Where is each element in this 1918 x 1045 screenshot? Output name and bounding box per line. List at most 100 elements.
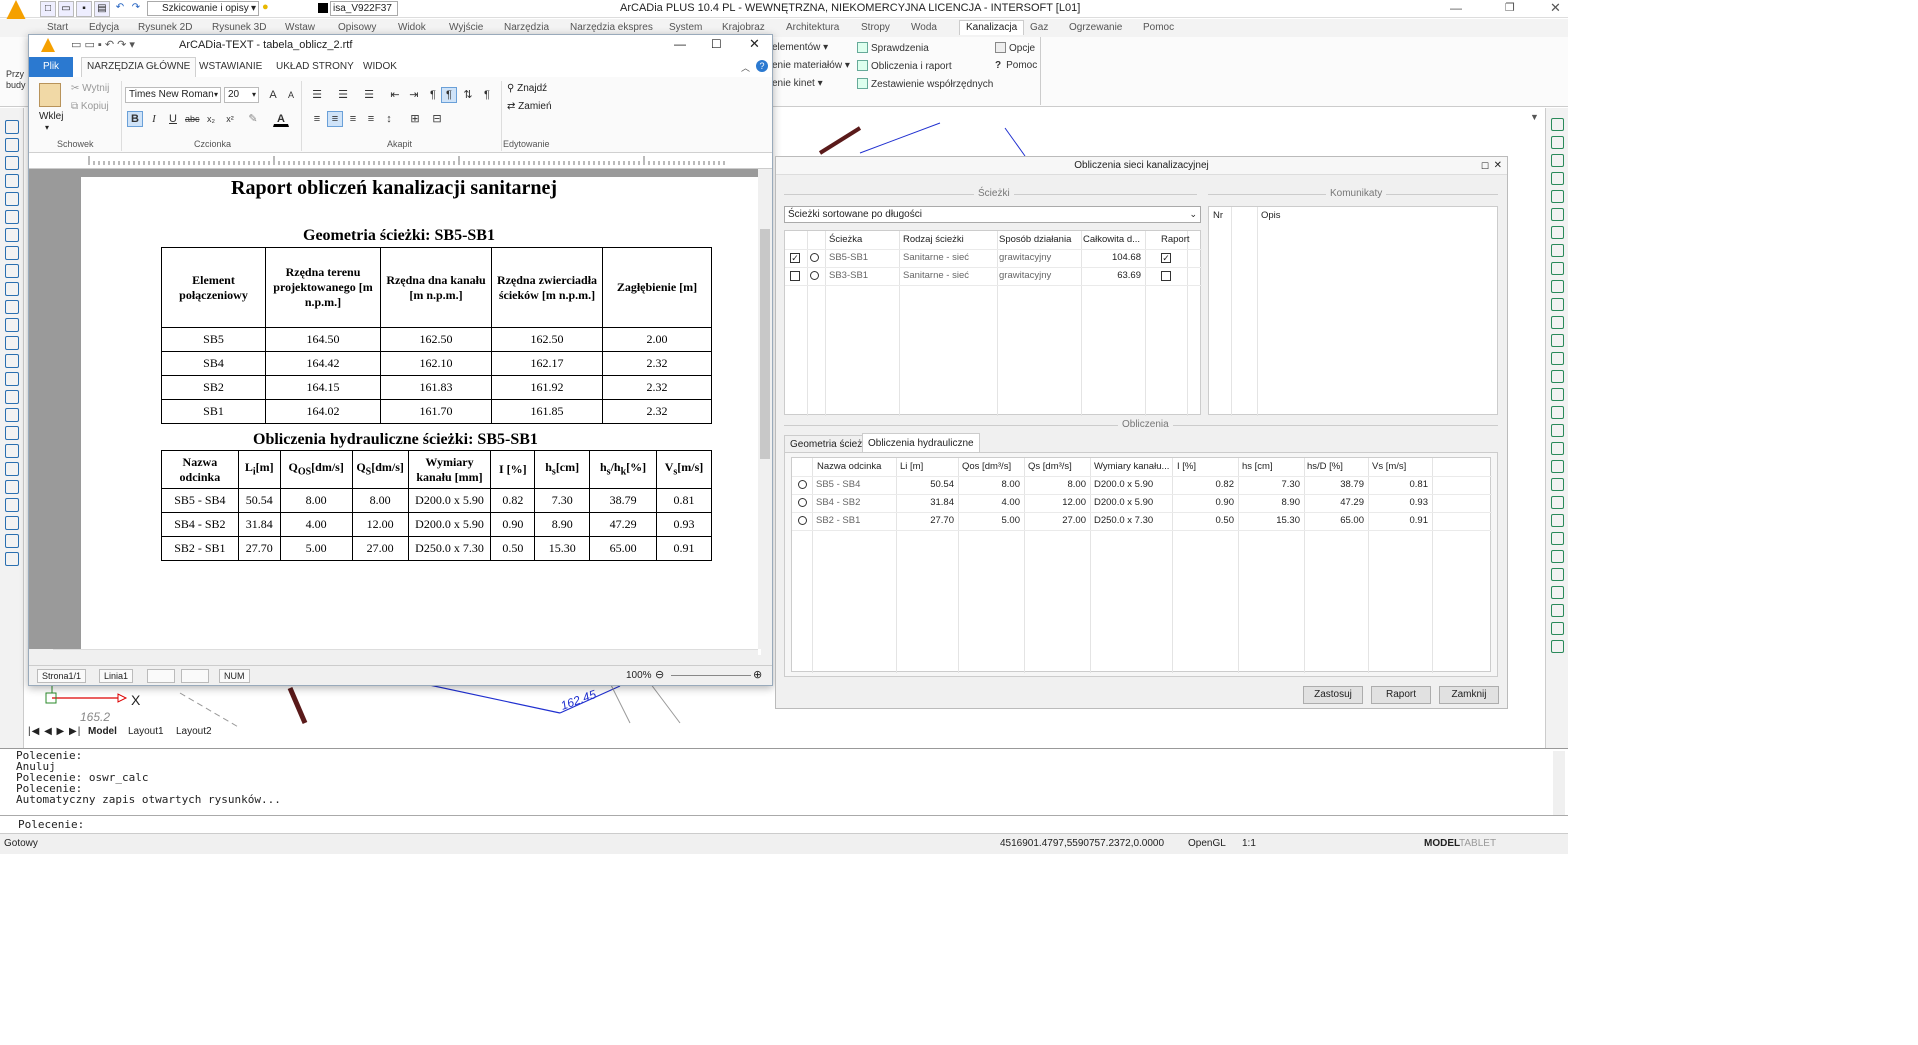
replace-button[interactable]: ⇄ Zamień — [507, 101, 552, 112]
tool-icon[interactable] — [1551, 226, 1564, 239]
report-button[interactable]: Raport — [1371, 686, 1431, 704]
document-page[interactable]: Raport obliczeń kanalizacji sanitarnej G… — [81, 177, 761, 655]
find-button[interactable]: ⚲ Znajdź — [507, 83, 547, 94]
layer-select[interactable]: isa_V922F37 — [330, 1, 398, 16]
region-icon[interactable] — [5, 318, 19, 332]
pen-icon[interactable] — [5, 192, 19, 206]
spline-icon[interactable] — [5, 174, 19, 188]
ribbon-tab[interactable]: Rysunek 3D — [212, 22, 266, 33]
mtext-icon[interactable] — [5, 426, 19, 440]
font-size-select[interactable]: 20 ▾ — [224, 87, 259, 103]
path-checkbox[interactable]: ✓ — [790, 253, 800, 263]
calc-grid[interactable]: Nazwa odcinka Li [m] Qos [dm³/s] Qs [dm³/s]… — [791, 457, 1492, 673]
ribbon-tab[interactable]: Woda — [911, 22, 937, 33]
tool-icon[interactable] — [1551, 334, 1564, 347]
grid-header[interactable]: Nr — [1213, 207, 1223, 225]
apply-button[interactable]: Zastosuj — [1303, 686, 1363, 704]
ribbon-tab[interactable]: Kanalizacja — [959, 20, 1025, 35]
path-checkbox[interactable] — [790, 271, 800, 281]
layout-nav-icon[interactable]: |◀ ◀ ▶ ▶| — [28, 726, 81, 737]
tab-layout1[interactable]: Layout1 — [128, 726, 164, 737]
tab-hydraulic[interactable]: Obliczenia hydrauliczne — [862, 433, 980, 453]
tool-icon[interactable] — [1551, 604, 1564, 617]
subscript-button[interactable]: x₂ — [203, 111, 219, 127]
align-right-icon[interactable]: ≡ — [345, 111, 361, 127]
grid-header[interactable]: I [%] — [1177, 458, 1196, 476]
sort-select[interactable]: Ścieżki sortowane po długości ⌄ — [784, 206, 1201, 223]
ribbon-tab[interactable]: Wstaw — [285, 22, 315, 33]
strikethrough-button[interactable]: abc — [184, 111, 200, 127]
scroll-thumb[interactable] — [760, 229, 770, 459]
zoom-to-path-icon[interactable] — [810, 253, 819, 262]
editor-vertical-scrollbar[interactable] — [758, 169, 772, 649]
ribbon-item-kinet[interactable]: enie kinet ▾ — [772, 78, 823, 89]
ribbon-checks-button[interactable]: Sprawdzenia — [857, 42, 929, 54]
messages-grid[interactable]: Nr Opis — [1208, 206, 1498, 416]
status-mode[interactable]: MODEL — [1424, 838, 1460, 849]
zoom-out-icon[interactable] — [5, 552, 19, 566]
tool-icon[interactable] — [1551, 370, 1564, 383]
grid-header[interactable]: Raport — [1161, 231, 1190, 249]
zoom-to-path-icon[interactable] — [810, 271, 819, 280]
shrink-font-icon[interactable]: A — [283, 87, 299, 103]
document-area[interactable]: Raport obliczeń kanalizacji sanitarnej G… — [29, 169, 772, 655]
tab-layout2[interactable]: Layout2 — [176, 726, 212, 737]
gear-icon[interactable] — [5, 372, 19, 386]
grid-header[interactable]: hs [cm] — [1242, 458, 1273, 476]
paste-button[interactable]: Wklej — [39, 111, 63, 122]
tool-icon[interactable] — [1551, 136, 1564, 149]
tool-icon[interactable] — [1551, 244, 1564, 257]
tool-icon[interactable] — [1551, 316, 1564, 329]
grid-header[interactable]: Vs [m/s] — [1372, 458, 1406, 476]
editor-close-icon[interactable]: ✕ — [749, 36, 760, 52]
status-render[interactable]: OpenGL — [1188, 838, 1226, 849]
dialog-restore-icon[interactable]: ☐ — [1481, 157, 1489, 175]
multilevel-list-icon[interactable]: ☰ — [361, 87, 377, 103]
ribbon-tab[interactable]: Pomoc — [1143, 22, 1174, 33]
ribbon-tab[interactable]: Opisowy — [338, 22, 376, 33]
align-left-icon[interactable]: ≡ — [309, 111, 325, 127]
grid-header[interactable]: hs/D [%] — [1307, 458, 1343, 476]
align-center-icon[interactable]: ≡ — [327, 111, 343, 127]
command-scrollbar[interactable] — [1553, 751, 1565, 815]
ruler[interactable] — [29, 153, 772, 169]
shading-icon[interactable]: ⊟ — [429, 111, 445, 127]
pilcrow-icon[interactable]: ¶ — [479, 87, 495, 103]
command-input[interactable]: Polecenie: — [0, 815, 1568, 832]
grow-font-icon[interactable]: A — [265, 87, 281, 103]
grid-header[interactable]: Ścieżka — [829, 231, 862, 249]
ribbon-tab[interactable]: Stropy — [861, 22, 890, 33]
ribbon-item-elements[interactable]: elementów ▾ — [772, 42, 828, 53]
redo-icon[interactable]: ↷ — [128, 1, 144, 17]
cut-button[interactable]: ✂ Wytnij — [71, 83, 109, 94]
zoom-to-segment-icon[interactable] — [798, 480, 807, 489]
grid-header[interactable]: Opis — [1261, 207, 1281, 225]
ribbon-options-button[interactable]: Opcje — [995, 42, 1035, 54]
tab-view[interactable]: WIDOK — [363, 61, 397, 72]
rtl-icon[interactable]: ¶ — [425, 87, 441, 103]
decrease-indent-icon[interactable]: ⇤ — [387, 87, 403, 103]
font-name-select[interactable]: Times New Roman ▾ — [125, 87, 221, 103]
undo-icon[interactable]: ↶ — [112, 1, 128, 17]
tool-icon[interactable] — [1551, 298, 1564, 311]
grid-header[interactable]: Sposób działania — [999, 231, 1071, 249]
grid-header[interactable]: Li [m] — [900, 458, 923, 476]
save-icon[interactable]: ▪ — [76, 1, 92, 17]
editor-minimize-icon[interactable]: — — [674, 37, 686, 51]
status-scale[interactable]: 1:1 — [1242, 838, 1256, 849]
table-icon[interactable] — [5, 390, 19, 404]
bullets-icon[interactable]: ☰ — [309, 87, 325, 103]
grid-header[interactable]: Qs [dm³/s] — [1028, 458, 1072, 476]
pan-icon[interactable] — [5, 462, 19, 476]
editor-qat[interactable]: ▭ ▭ ▪ ↶ ↷ ▾ — [71, 38, 135, 51]
grid-header[interactable]: Nazwa odcinka — [817, 458, 881, 476]
bold-button[interactable]: B — [127, 111, 143, 127]
ribbon-coords-button[interactable]: Zestawienie współrzędnych — [857, 78, 993, 90]
rectangle-icon[interactable] — [5, 264, 19, 278]
open-icon[interactable]: ▭ — [58, 1, 74, 17]
help-icon[interactable]: ? — [756, 60, 768, 72]
tool-icon[interactable] — [1551, 568, 1564, 581]
tool-icon[interactable] — [1551, 352, 1564, 365]
ribbon-calc-button[interactable]: Obliczenia i raport — [857, 60, 952, 72]
print-icon[interactable]: ▤ — [94, 1, 110, 17]
